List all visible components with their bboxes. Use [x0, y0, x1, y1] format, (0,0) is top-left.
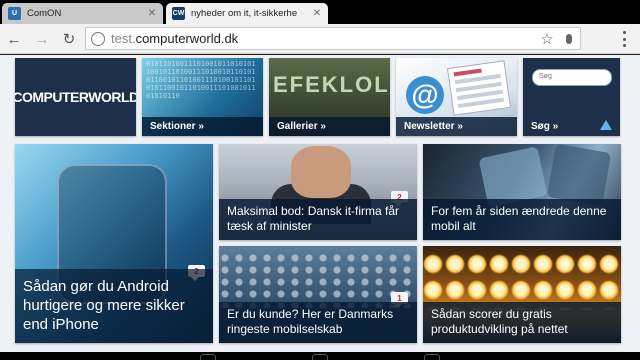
url-prefix: test. [111, 31, 136, 46]
minister-photo [291, 146, 351, 198]
tab-strip: U ComON ✕ CW nyheder om it, it-sikkerhe … [0, 0, 640, 24]
article-title[interactable]: Sådan scorer du gratis produktudvikling … [423, 302, 621, 343]
tab-computerworld[interactable]: CW nyheder om it, it-sikkerhe ✕ [166, 3, 328, 24]
computerworld-logo: COMPUTERWORLD [15, 89, 136, 105]
article-card[interactable]: 1 Er du kunde? Her er Danmarks ringeste … [219, 246, 417, 343]
newsletter-paper-image [446, 60, 512, 116]
sektioner-label: Sektioner » [142, 117, 263, 136]
article-title[interactable]: Er du kunde? Her er Danmarks ringeste mo… [219, 302, 417, 343]
tab-comon[interactable]: U ComON ✕ [2, 3, 163, 24]
search-input[interactable]: Søg [532, 69, 612, 86]
search-tile: Søg Søg » [523, 58, 620, 136]
article-card[interactable]: 2 Sådan gør du Android hurtigere og mere… [15, 144, 213, 343]
browser-toolbar: ← → ↻ test.computerworld.dk ☆ [0, 24, 640, 54]
comon-favicon-icon: U [8, 7, 21, 20]
gallery-letters-image: EFEKLOL [273, 72, 390, 97]
article-card[interactable]: 2 Maksimal bod: Dansk it-firma får tæsk … [219, 144, 417, 240]
bookmark-star-icon[interactable]: ☆ [536, 30, 558, 48]
crowd-photo [219, 252, 417, 308]
address-bar[interactable]: test.computerworld.dk ☆ [85, 27, 581, 50]
forward-arrow-icon[interactable]: → [32, 29, 52, 49]
tab-title: nyheder om it, it-sikkerhe [191, 8, 298, 19]
overflow-menu-icon[interactable] [618, 31, 630, 47]
microphone-icon[interactable] [558, 33, 580, 44]
gallerier-tile[interactable]: EFEKLOL Gallerier » [269, 58, 390, 136]
article-card[interactable]: Sådan scorer du gratis produktudvikling … [423, 246, 621, 343]
system-nav-bar [0, 352, 640, 360]
at-sign-icon: @ [406, 76, 444, 114]
sektioner-tile[interactable]: 0101101001110100101101010110010110100111… [142, 58, 263, 136]
computerworld-logo-tile[interactable]: COMPUTERWORLD [15, 58, 136, 136]
article-card[interactable]: For fem år siden ændrede denne mobil alt [423, 144, 621, 240]
close-icon[interactable]: ✕ [147, 8, 157, 19]
back-icon[interactable] [200, 354, 216, 360]
back-arrow-icon[interactable]: ← [4, 29, 24, 49]
article-title[interactable]: Sådan gør du Android hurtigere og mere s… [15, 269, 213, 343]
gallerier-label: Gallerier » [269, 117, 390, 136]
tab-title: ComON [27, 8, 62, 19]
computerworld-favicon-icon: CW [172, 7, 185, 20]
reload-icon[interactable]: ↻ [59, 29, 79, 49]
close-icon[interactable]: ✕ [312, 8, 322, 19]
recents-icon[interactable] [424, 354, 440, 360]
globe-icon [91, 31, 105, 46]
warning-triangle-icon [600, 120, 612, 130]
browser-window: U ComON ✕ CW nyheder om it, it-sikkerhe … [0, 0, 640, 360]
newsletter-label: Newsletter » [396, 117, 517, 136]
newsletter-tile[interactable]: @ Newsletter » [396, 58, 517, 136]
page-content: COMPUTERWORLD 01011010011101001011010101… [0, 55, 640, 352]
url-text[interactable]: test.computerworld.dk [111, 31, 536, 46]
article-title[interactable]: Maksimal bod: Dansk it-firma får tæsk af… [219, 199, 417, 240]
url-host: computerworld.dk [135, 31, 239, 46]
article-title[interactable]: For fem år siden ændrede denne mobil alt [423, 199, 621, 240]
binary-pattern-image: 0101101001110100101101010110010110100111… [146, 60, 256, 100]
home-icon[interactable] [312, 354, 328, 360]
